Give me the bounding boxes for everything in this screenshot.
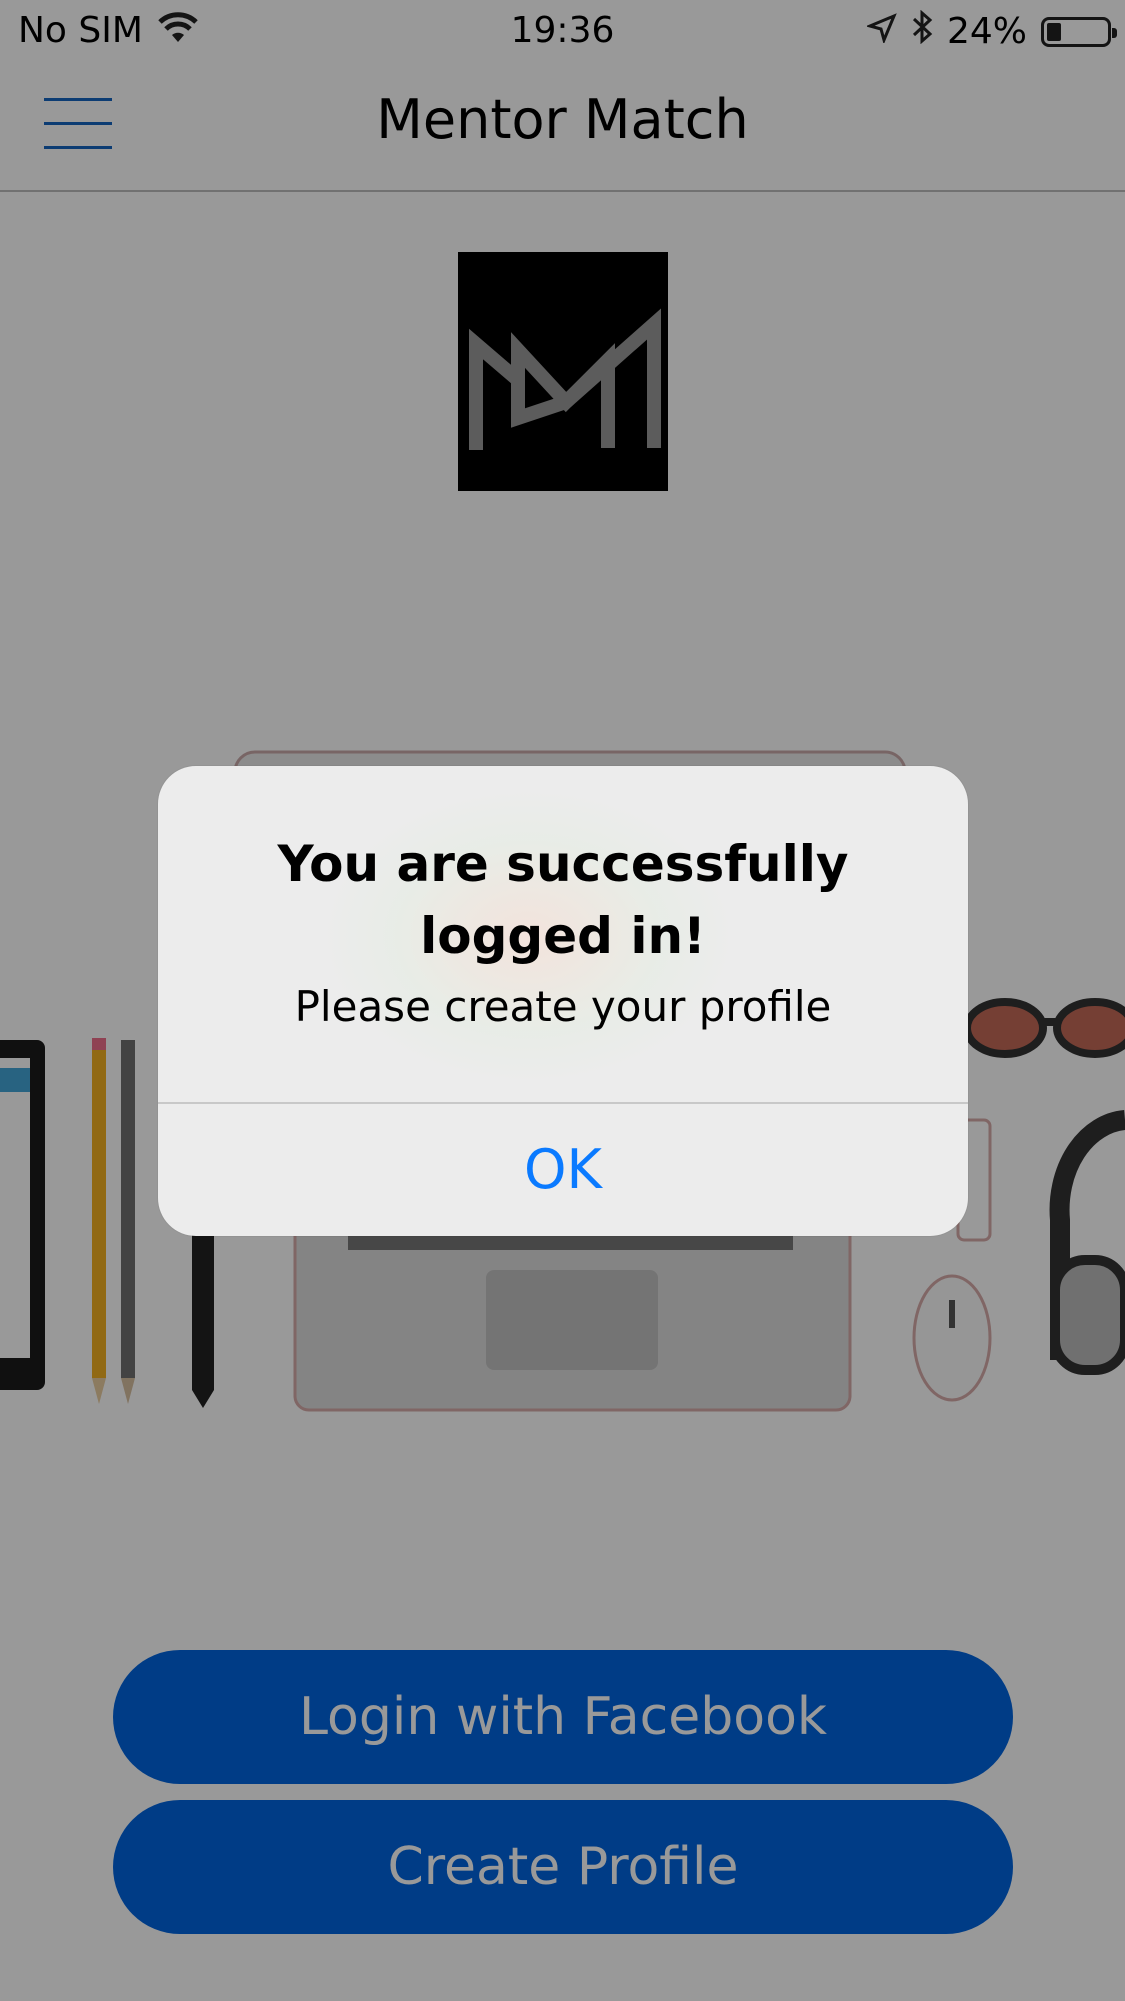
alert-dialog: You are successfully logged in! Please c… [158, 766, 968, 1236]
ok-button[interactable]: OK [158, 1104, 968, 1236]
alert-title: You are successfully logged in! [277, 835, 849, 965]
alert-message: Please create your profile [294, 982, 832, 1031]
